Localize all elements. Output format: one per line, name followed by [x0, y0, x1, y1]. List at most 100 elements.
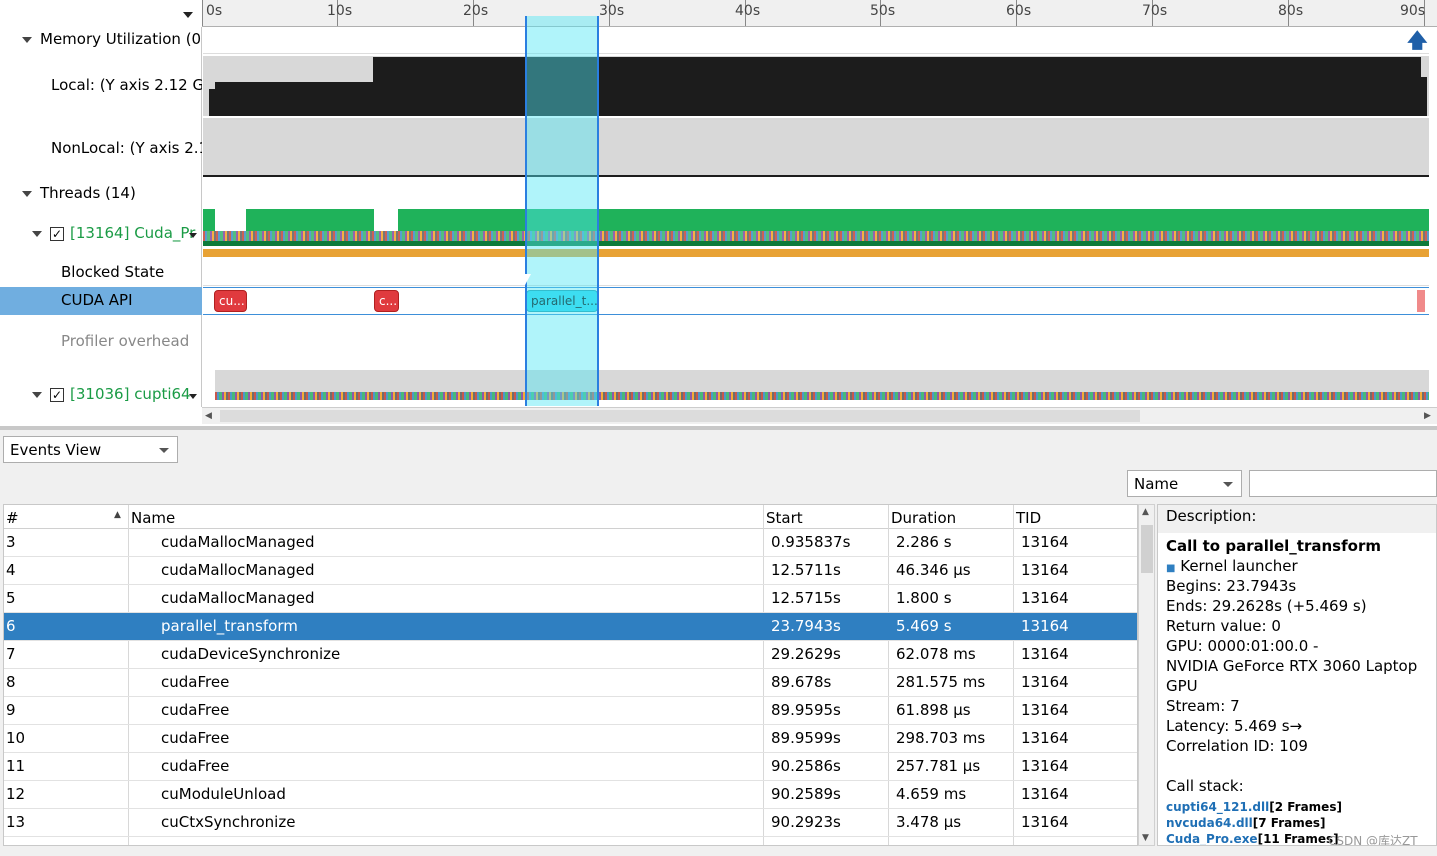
description-begins: Begins: 23.7943s — [1166, 577, 1297, 595]
timeline-tracks[interactable]: cu... c... parallel_t... — [203, 27, 1429, 407]
callstack-entry[interactable]: Cuda_Pro.exe[11 Frames] — [1166, 829, 1339, 846]
table-header: # ▲ Name Start Duration TID — [4, 505, 1137, 529]
table-vscroll[interactable]: ▲ ▼ — [1138, 504, 1155, 846]
row-thread-13164[interactable]: ✓ [13164] Cuda_Pr — [32, 224, 202, 242]
table-row[interactable]: 12 cuModuleUnload 90.2589s 4.659 ms 13164 — [4, 781, 1137, 809]
description-callstack: Call stack: — [1166, 777, 1244, 795]
splitter[interactable] — [0, 426, 1437, 430]
cuda-api-event[interactable]: cu... — [214, 290, 247, 312]
table-row[interactable]: 8 cudaFree 89.678s 281.575 ms 13164 — [4, 669, 1137, 697]
row-blocked-state[interactable]: Blocked State — [61, 263, 202, 281]
cuda-api-event[interactable]: c... — [374, 290, 399, 312]
table-row-selected[interactable]: 6 parallel_transform 23.7943s 5.469 s 13164 — [4, 613, 1137, 641]
thread-menu-arrow-icon[interactable] — [189, 394, 197, 399]
table-row[interactable]: 4 cudaMallocManaged 12.5711s 46.346 μs 13164 — [4, 557, 1137, 585]
row-profiler-overhead[interactable]: Profiler overhead — [61, 332, 202, 350]
row-nonlocal[interactable]: NonLocal: (Y axis 2.12 — [51, 139, 202, 157]
cell-name: cudaDeviceSynchronize — [161, 645, 341, 663]
row-local[interactable]: Local: (Y axis 2.12 GiB — [51, 76, 202, 94]
description-kind: ■ Kernel launcher — [1166, 557, 1298, 575]
thread-sampling-strip — [203, 249, 1429, 257]
cell-duration: 3.478 μs — [896, 813, 962, 831]
cell-num: 4 — [6, 561, 16, 579]
ruler-tick-label: 90s — [1400, 3, 1426, 19]
table-row[interactable]: 11 cudaFree 90.2586s 257.781 μs 13164 — [4, 753, 1137, 781]
callstack-lib-link[interactable]: nvcuda64.dll — [1166, 816, 1253, 830]
table-row[interactable]: 13 cuCtxSynchronize 90.2923s 3.478 μs 13164 — [4, 809, 1137, 837]
ruler-tick-label: 30s — [599, 3, 625, 19]
collapse-triangle-icon[interactable] — [22, 36, 32, 43]
cell-start: 23.7943s — [771, 617, 841, 635]
row-threads[interactable]: Threads (14) — [22, 184, 202, 202]
selection-region[interactable] — [525, 16, 599, 406]
ruler-menu-arrow-icon[interactable] — [183, 12, 193, 18]
column-header-name[interactable]: Name — [131, 509, 175, 527]
column-header-duration[interactable]: Duration — [891, 509, 956, 527]
thread-checkbox[interactable]: ✓ — [50, 387, 64, 402]
cell-duration: 298.703 ms — [896, 729, 986, 747]
timeline-panel[interactable]: 0s 10s 20s 30s 40s 50s 60s 70s 80s 90s M… — [0, 0, 1437, 426]
local-memory-bar — [1421, 77, 1427, 116]
table-row[interactable]: 3 cudaMallocManaged 0.935837s 2.286 s 13164 — [4, 529, 1137, 557]
row-label: [31036] cupti64 — [70, 385, 191, 403]
cell-duration: 2.286 s — [896, 533, 952, 551]
table-row[interactable]: 5 cudaMallocManaged 12.5715s 1.800 s 13164 — [4, 585, 1137, 613]
description-latency[interactable]: Latency: 5.469 s→ — [1166, 717, 1302, 735]
view-selector-value: Events View — [10, 441, 102, 459]
events-table[interactable]: # ▲ Name Start Duration TID 3 cudaMallocM… — [3, 504, 1138, 846]
callstack-frames: [2 Frames] — [1269, 800, 1342, 814]
filter-input[interactable] — [1249, 470, 1437, 497]
nonlocal-memory-bg — [203, 118, 1429, 176]
row-label: NonLocal: (Y axis 2.12 — [51, 139, 202, 157]
cuda-api-event[interactable] — [1417, 290, 1425, 312]
cell-start: 90.2586s — [771, 757, 841, 775]
scroll-up-icon[interactable]: ▲ — [1142, 507, 1149, 517]
time-ruler[interactable]: 0s 10s 20s 30s 40s 50s 60s 70s 80s 90s — [202, 0, 1437, 27]
cell-name: cudaFree — [161, 701, 230, 719]
row-label: Profiler overhead — [61, 332, 190, 350]
scrollbar-thumb[interactable] — [220, 410, 1140, 422]
arrow-up-icon[interactable]: 🡅 — [1407, 30, 1428, 50]
ruler-tick-label: 70s — [1142, 3, 1168, 19]
scroll-left-icon[interactable]: ◀ — [205, 411, 212, 421]
column-header-num[interactable]: # — [6, 509, 19, 527]
thread-activity — [203, 241, 1429, 246]
scrollbar-thumb[interactable] — [1141, 525, 1153, 573]
row-memory-utilization[interactable]: Memory Utilization (00 — [22, 30, 202, 48]
timeline-hscroll[interactable]: ◀ ▶ — [202, 407, 1437, 424]
nonlocal-memory-line — [203, 175, 1429, 177]
cell-num: 13 — [6, 813, 26, 831]
column-header-tid[interactable]: TID — [1016, 509, 1041, 527]
cell-tid: 13164 — [1021, 813, 1069, 831]
view-selector[interactable]: Events View — [3, 436, 178, 463]
column-header-start[interactable]: Start — [766, 509, 803, 527]
collapse-triangle-icon[interactable] — [32, 391, 42, 398]
row-cuda-api[interactable]: CUDA API — [0, 287, 202, 315]
callstack-lib-link[interactable]: cupti64_121.dll — [1166, 800, 1269, 814]
chevron-down-icon — [159, 448, 169, 453]
description-stream: Stream: 7 — [1166, 697, 1240, 715]
cell-tid: 13164 — [1021, 729, 1069, 747]
ruler-tick-label: 10s — [327, 3, 353, 19]
description-gpu-name: NVIDIA GeForce RTX 3060 Laptop — [1166, 657, 1418, 675]
row-thread-31036[interactable]: ✓ [31036] cupti64 — [32, 385, 202, 403]
event-label: cu... — [219, 294, 245, 308]
callstack-frames: [11 Frames] — [1257, 832, 1339, 846]
cell-num: 11 — [6, 757, 26, 775]
description-gpu-suffix: GPU — [1166, 677, 1198, 695]
collapse-triangle-icon[interactable] — [22, 190, 32, 197]
scroll-down-icon[interactable]: ▼ — [1142, 833, 1149, 843]
table-row[interactable]: 10 cudaFree 89.9599s 298.703 ms 13164 — [4, 725, 1137, 753]
thread-checkbox[interactable]: ✓ — [50, 226, 64, 241]
filter-field-select[interactable]: Name — [1127, 470, 1242, 497]
callstack-lib-link[interactable]: Cuda_Pro.exe — [1166, 832, 1258, 845]
thread-menu-arrow-icon[interactable] — [189, 233, 197, 238]
collapse-triangle-icon[interactable] — [32, 230, 42, 237]
sort-ascending-icon[interactable]: ▲ — [114, 510, 121, 520]
cell-name: parallel_transform — [161, 617, 298, 635]
row-label: CUDA API — [61, 291, 133, 309]
table-row[interactable]: 9 cudaFree 89.9595s 61.898 μs 13164 — [4, 697, 1137, 725]
scroll-right-icon[interactable]: ▶ — [1424, 411, 1431, 421]
cell-tid: 13164 — [1021, 701, 1069, 719]
table-row[interactable]: 7 cudaDeviceSynchronize 29.2629s 62.078 ms 1… — [4, 641, 1137, 669]
